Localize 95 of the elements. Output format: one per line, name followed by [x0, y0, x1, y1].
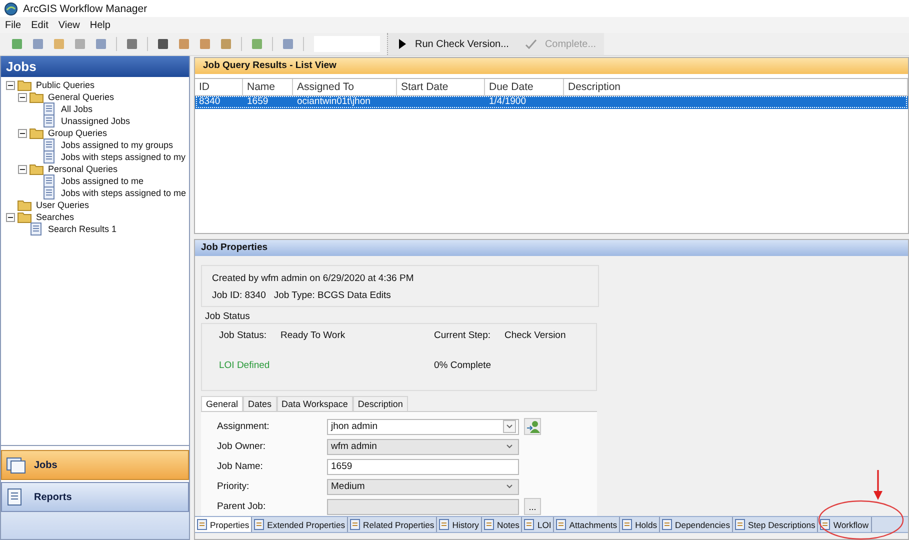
tab[interactable]: History	[437, 517, 482, 532]
person-arrow-icon	[526, 420, 540, 434]
tree-item[interactable]: Personal Queries	[46, 164, 118, 174]
tree-item[interactable]: Public Queries	[34, 80, 95, 90]
panel-header: Jobs	[1, 56, 189, 77]
checkmark-icon	[524, 38, 537, 50]
tree-item[interactable]: User Queries	[34, 200, 90, 210]
tree-item[interactable]: Searches	[34, 212, 74, 222]
field-label: Parent Job:	[217, 501, 267, 512]
panel-header: Job Properties	[195, 240, 908, 256]
document-icon	[42, 138, 57, 152]
menu-item[interactable]: Edit	[31, 20, 48, 30]
tab-icon	[820, 519, 832, 530]
tab[interactable]: Properties	[195, 517, 252, 532]
document-icon	[42, 150, 57, 164]
assign-user-button[interactable]	[524, 418, 541, 435]
field-value: Check Version	[504, 330, 566, 341]
tab-icon	[484, 519, 495, 530]
tab-icon	[350, 519, 362, 530]
field-label: Job Status:	[219, 330, 267, 341]
tab[interactable]: Dates	[243, 396, 277, 411]
play-icon	[398, 39, 407, 49]
tree-item[interactable]: All Jobs	[59, 104, 93, 114]
collapse-icon[interactable]	[18, 128, 27, 138]
tab[interactable]: LOI	[522, 517, 554, 532]
tab-icon	[662, 519, 674, 530]
window-title: ArcGIS Workflow Manager	[23, 2, 148, 14]
folder-icon	[29, 162, 44, 176]
globe-icon	[4, 2, 18, 16]
table-cell-text: 1659	[246, 95, 270, 109]
collapse-icon[interactable]	[6, 212, 15, 222]
tab-icon	[735, 519, 746, 530]
tab[interactable]: Description	[352, 396, 408, 411]
document-icon	[29, 222, 44, 236]
tab[interactable]: Related Properties	[348, 517, 438, 532]
collapse-icon[interactable]	[18, 92, 27, 102]
tree-item[interactable]: General Queries	[46, 92, 114, 102]
document-icon	[42, 174, 57, 188]
tab[interactable]: Step Descriptions	[733, 517, 818, 532]
tab[interactable]: General	[201, 396, 244, 411]
table-cell-text: 1/4/1900	[488, 95, 527, 109]
tab-icon	[254, 519, 266, 530]
tree-item[interactable]: Search Results 1	[46, 224, 117, 234]
toolbar-button[interactable]: Run Check Version...	[398, 38, 509, 50]
annotation-arrow	[871, 470, 885, 502]
collapse-icon[interactable]	[18, 164, 27, 174]
tree-item[interactable]: Jobs assigned to me	[59, 176, 144, 186]
group-title: Job Status	[204, 311, 251, 323]
collapse-icon[interactable]	[6, 80, 15, 90]
tree-item[interactable]: Group Queries	[46, 128, 108, 138]
created-text: Created by wfm admin on 6/29/2020 at 4:36 PM	[212, 273, 415, 284]
menu-item[interactable]: Help	[90, 20, 110, 30]
table-row[interactable]: 8340 1659 ociantwin01t\jhon 1/4/1900	[195, 95, 908, 109]
field-label: Current Step:	[434, 330, 490, 341]
tab-icon	[622, 519, 634, 530]
tab[interactable]: Dependencies	[660, 517, 733, 532]
field-value: Ready To Work	[280, 330, 346, 341]
folder-icon	[17, 210, 32, 224]
folder-icon	[29, 126, 44, 140]
nav-button[interactable]: Jobs	[1, 450, 189, 480]
panel-header: Job Query Results - List View	[195, 58, 908, 74]
job-type-text: Job Type: BCGS Data Edits	[274, 290, 391, 301]
tab[interactable]: Holds	[620, 517, 660, 532]
field-label: Job Owner:	[217, 441, 267, 452]
nav-button[interactable]: Reports	[1, 482, 189, 512]
field-label: Priority:	[217, 481, 250, 492]
tab-icon	[524, 519, 536, 530]
tree-item[interactable]: Unassigned Jobs	[59, 116, 130, 126]
tree-item[interactable]: Jobs with steps assigned to my	[59, 152, 186, 162]
cards-icon	[6, 456, 26, 474]
tab[interactable]: Data Workspace	[276, 396, 353, 411]
progress-text: 0% Complete	[434, 360, 492, 371]
folder-icon	[17, 198, 32, 212]
tab-icon	[439, 519, 450, 530]
input-field[interactable]: 1659	[327, 458, 519, 474]
tab-icon	[556, 519, 568, 530]
menu-item[interactable]: File	[5, 20, 22, 30]
tree-item[interactable]: Jobs with steps assigned to me	[59, 188, 186, 198]
status-text: LOI Defined	[219, 360, 271, 371]
tab[interactable]: Attachments	[554, 517, 620, 532]
tab-icon	[197, 519, 208, 530]
table-cell-text: ociantwin01t\jhon	[296, 95, 372, 109]
tab[interactable]: Extended Properties	[252, 517, 348, 532]
dropdown-field[interactable]: jhon admin	[327, 418, 519, 434]
document-icon	[42, 186, 57, 200]
tab[interactable]: Notes	[482, 517, 522, 532]
field-label: Assignment:	[217, 421, 270, 432]
document-icon	[42, 102, 57, 116]
document-icon	[42, 114, 57, 128]
folder-icon	[29, 90, 44, 104]
job-id-text: Job ID: 8340	[212, 290, 266, 301]
table-cell-text: 8340	[198, 95, 222, 109]
menu-item[interactable]: View	[58, 20, 80, 30]
field-label: Job Name:	[217, 461, 264, 472]
tree-item[interactable]: Jobs assigned to my groups	[59, 140, 174, 150]
